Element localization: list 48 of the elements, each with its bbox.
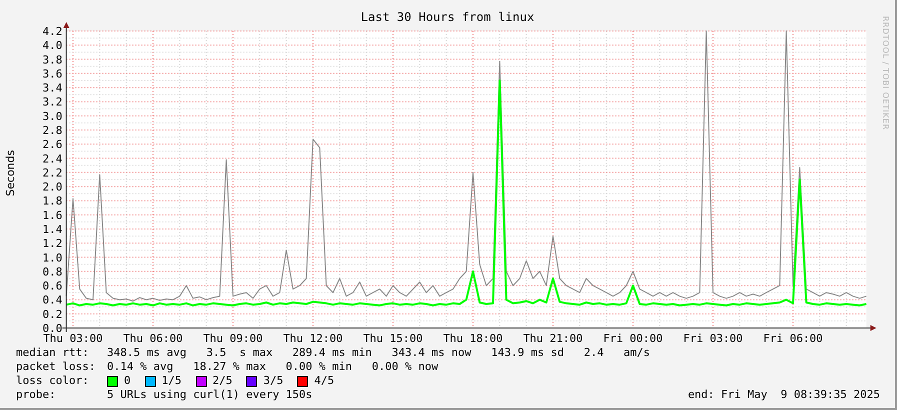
- legend-stats: 348.5 ms avg 3.5 s max 289.4 ms min 343.4 ms now 143.9 ms sd 2.4 am/s: [107, 346, 650, 360]
- y-tick-label: 0.4: [42, 294, 62, 307]
- legend-stats: 0.14 % avg 18.27 % max 0.00 % min 0.00 % now: [107, 360, 438, 374]
- chart-title: Last 30 Hours from linux: [360, 10, 534, 25]
- y-tick-label: 2.8: [42, 124, 62, 137]
- y-tick-label: 1.0: [42, 251, 62, 264]
- y-tick-label: 3.2: [42, 96, 62, 109]
- legend-label: packet loss:: [16, 360, 96, 374]
- x-tick-label: Fri 00:00: [603, 332, 663, 345]
- loss-color-label: 3/5: [263, 374, 284, 388]
- y-tick-label: 1.2: [42, 237, 62, 250]
- y-tick-label: 4.0: [42, 39, 62, 52]
- y-tick-label: 3.0: [42, 110, 62, 123]
- x-tick-label: Fri 06:00: [763, 332, 823, 345]
- y-tick-label: 2.2: [42, 166, 62, 180]
- loss-color-label: 2/5: [212, 374, 232, 388]
- y-tick-label: 0.0: [42, 322, 62, 335]
- y-tick-label: 3.4: [42, 82, 62, 95]
- credit-text: RRDTOOL / TOBI OETIKER: [881, 16, 890, 130]
- probe-text: 5 URLs using curl(1) every 150s: [107, 388, 312, 402]
- x-tick-label: Thu 12:00: [283, 332, 343, 345]
- y-tick-label: 3.6: [42, 67, 62, 80]
- y-tick-label: 1.8: [42, 194, 62, 208]
- y-tick-label: 2.0: [42, 180, 62, 194]
- legend-label: loss color:: [16, 374, 90, 388]
- y-tick-label: 1.6: [42, 208, 62, 222]
- y-tick-label: 4.2: [42, 25, 62, 38]
- y-tick-label: 2.6: [42, 138, 62, 152]
- y-tick-label: 0.6: [42, 280, 62, 293]
- y-tick-label: 2.4: [42, 152, 62, 166]
- end-time: end: Fri May 9 08:39:35 2025: [688, 388, 880, 402]
- y-axis-label: Seconds: [4, 150, 17, 196]
- x-tick-label: Thu 09:00: [203, 332, 263, 345]
- x-tick-label: Thu 15:00: [363, 332, 423, 345]
- y-tick-label: 0.2: [42, 308, 62, 321]
- legend-label: probe:: [16, 388, 57, 402]
- x-tick-label: Fri 03:00: [683, 332, 743, 345]
- x-tick-label: Thu 03:00: [43, 332, 103, 345]
- legend-label: median rtt:: [16, 346, 90, 360]
- y-tick-label: 3.8: [42, 53, 62, 66]
- x-tick-label: Thu 06:00: [123, 332, 183, 345]
- x-tick-label: Thu 18:00: [443, 332, 503, 345]
- loss-color-label: 0: [124, 374, 131, 388]
- loss-color-label: 4/5: [314, 374, 334, 388]
- y-tick-label: 0.8: [42, 265, 62, 278]
- loss-color-label: 1/5: [162, 374, 182, 388]
- y-tick-label: 1.4: [42, 223, 62, 236]
- x-tick-label: Thu 21:00: [523, 332, 583, 345]
